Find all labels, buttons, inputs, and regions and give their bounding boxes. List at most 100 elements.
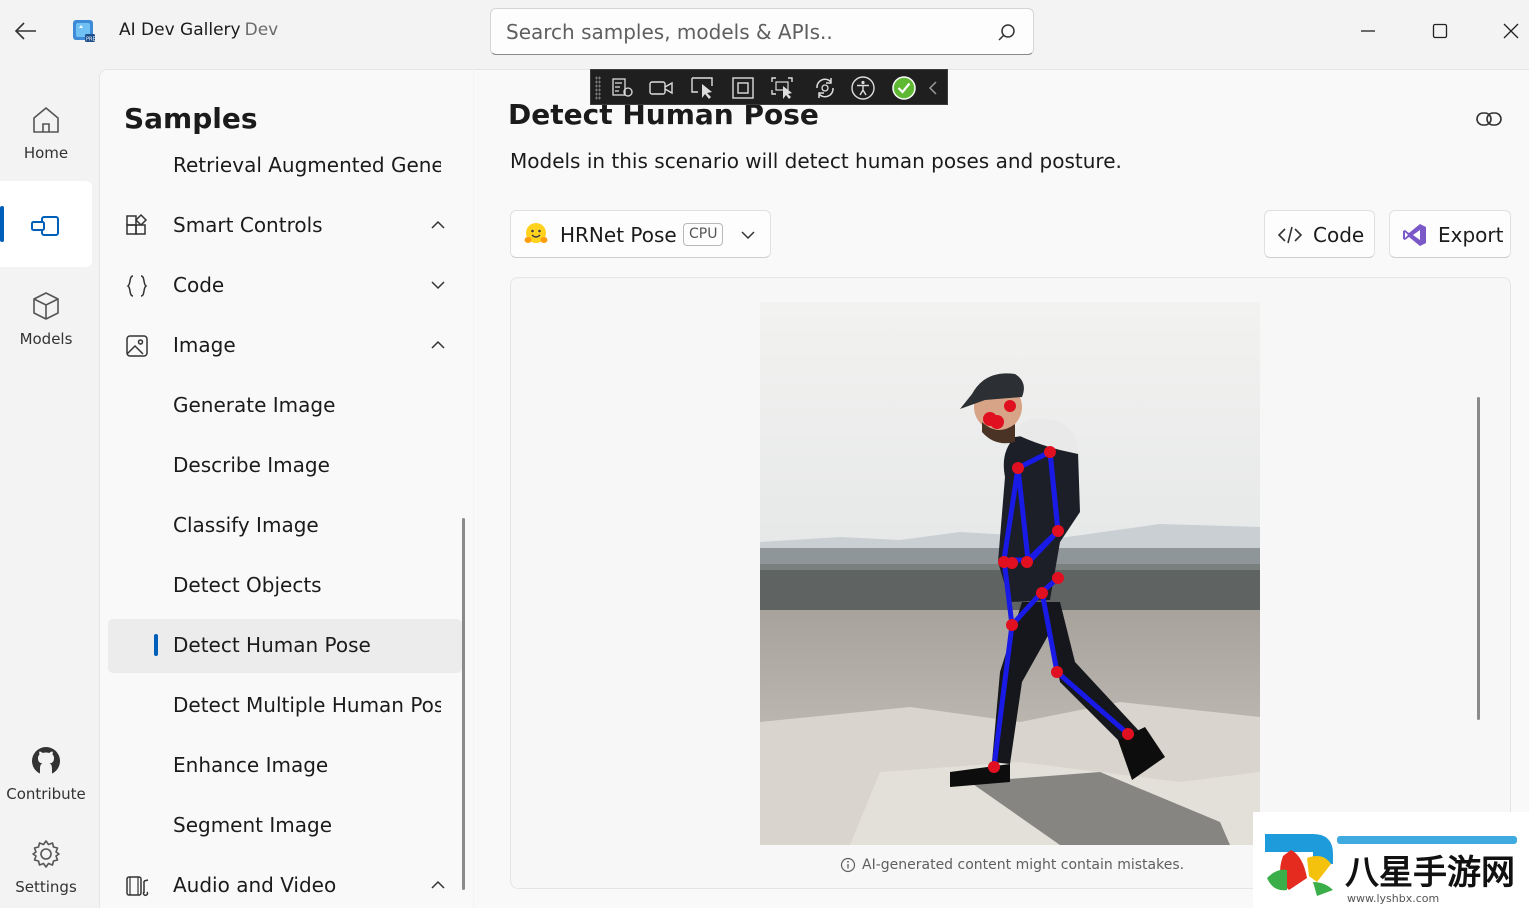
nav-item-label: Detect Objects xyxy=(173,573,322,597)
site-watermark: 八星手游网 www.lyshbx.com xyxy=(1253,812,1529,908)
hot-reload-button[interactable] xyxy=(811,74,839,102)
video-camera-icon xyxy=(649,81,673,95)
watermark-url: www.lyshbx.com xyxy=(1347,892,1439,905)
live-tree-button[interactable] xyxy=(609,74,637,102)
nav-item-label: Classify Image xyxy=(173,513,319,537)
samples-title: Samples xyxy=(124,102,258,135)
nav-item-label: Generate Image xyxy=(173,393,336,417)
accessibility-icon xyxy=(851,76,875,100)
rail-samples[interactable] xyxy=(0,210,92,246)
samples-pane: Samples Retrieval Augmented Genera Smart… xyxy=(99,69,473,908)
samples-scrollbar[interactable] xyxy=(462,518,465,890)
nav-group-label: Smart Controls xyxy=(173,213,323,237)
rail-contribute[interactable]: Contribute xyxy=(0,745,92,803)
code-button-label: Code xyxy=(1313,223,1365,247)
nav-group-smart-controls[interactable]: Smart Controls xyxy=(108,199,462,253)
nav-item-segment-image[interactable]: Segment Image xyxy=(108,799,462,853)
maximize-icon xyxy=(1432,23,1448,39)
search-input[interactable] xyxy=(506,20,976,44)
cube-icon xyxy=(33,292,59,320)
nav-item-enhance-image[interactable]: Enhance Image xyxy=(108,739,462,793)
rail-settings-label: Settings xyxy=(15,878,77,896)
status-check-button[interactable] xyxy=(890,74,918,102)
chevron-down-icon[interactable] xyxy=(430,277,446,293)
nav-group-image[interactable]: Image xyxy=(108,319,462,373)
display-layout-adorners-button[interactable] xyxy=(729,74,757,102)
model-selector[interactable]: HRNet Pose CPU xyxy=(510,210,771,258)
nav-item-detect-multiple-human-pose[interactable]: Detect Multiple Human Pose xyxy=(108,679,462,733)
model-name: HRNet Pose xyxy=(560,223,677,247)
nav-item-detect-human-pose[interactable]: Detect Human Pose xyxy=(108,619,462,673)
app-name: AI Dev Gallery xyxy=(119,20,241,40)
app-variant: Dev xyxy=(244,20,279,40)
rail-contribute-label: Contribute xyxy=(6,785,86,803)
nav-group-code[interactable]: Code xyxy=(108,259,462,313)
ai-notice: AI-generated content might contain mista… xyxy=(840,857,1184,873)
output-scrollbar[interactable] xyxy=(1477,397,1480,720)
track-focus-icon xyxy=(771,77,793,99)
braces-icon xyxy=(126,275,148,297)
home-icon xyxy=(33,107,59,133)
hot-reload-icon xyxy=(816,78,834,98)
rail-models[interactable]: Models xyxy=(0,290,92,348)
hugging-face-icon xyxy=(524,223,548,243)
collapse-toolbar-button[interactable] xyxy=(923,74,943,102)
rail-home[interactable]: Home xyxy=(0,104,92,162)
chevron-up-icon[interactable] xyxy=(430,217,446,233)
nav-group-label: Audio and Video xyxy=(173,873,337,897)
nav-item-label: Detect Human Pose xyxy=(173,633,371,657)
app-logo-icon: PRE xyxy=(72,19,96,43)
nav-item-label: Describe Image xyxy=(173,453,330,477)
rail-models-label: Models xyxy=(19,330,73,348)
accessibility-checker-button[interactable] xyxy=(849,74,877,102)
watermark-logo: 八星手游网 www.lyshbx.com xyxy=(1265,834,1517,905)
select-element-button[interactable] xyxy=(689,74,717,102)
title-bar: PRE AI Dev Gallery Dev xyxy=(0,0,1529,64)
image-icon xyxy=(126,335,148,357)
chevron-up-icon[interactable] xyxy=(430,877,446,893)
copy-link-button[interactable] xyxy=(1472,104,1506,134)
select-element-icon xyxy=(691,77,713,99)
rail-settings[interactable]: Settings xyxy=(0,838,92,896)
track-focus-button[interactable] xyxy=(769,74,797,102)
back-arrow-icon xyxy=(14,22,36,40)
maximize-button[interactable] xyxy=(1420,14,1460,48)
app-title: AI Dev Gallery Dev xyxy=(119,20,278,40)
pose-result-image xyxy=(760,302,1260,845)
nav-group-label: Image xyxy=(173,333,236,357)
live-tree-icon xyxy=(612,78,633,97)
audio-video-icon xyxy=(126,876,149,897)
nav-item-label: Detect Multiple Human Pose xyxy=(173,693,441,717)
ai-notice-text: AI-generated content might contain mista… xyxy=(862,857,1185,873)
gear-icon xyxy=(32,840,60,868)
nav-item-describe-image[interactable]: Describe Image xyxy=(108,439,462,493)
minimize-icon xyxy=(1361,30,1375,32)
nav-item-label: Enhance Image xyxy=(173,753,329,777)
visual-studio-icon xyxy=(1403,224,1426,246)
chevron-up-icon[interactable] xyxy=(430,337,446,353)
nav-item-generate-image[interactable]: Generate Image xyxy=(108,379,462,433)
selection-indicator xyxy=(154,634,158,656)
code-button[interactable]: Code xyxy=(1264,210,1375,258)
export-button[interactable]: Export xyxy=(1389,210,1511,258)
svg-text:PRE: PRE xyxy=(86,37,96,43)
nav-group-label: Code xyxy=(173,273,225,297)
device-badge: CPU xyxy=(683,223,724,246)
nav-group-audio-and-video[interactable]: Audio and Video xyxy=(108,859,462,908)
back-button[interactable] xyxy=(8,14,42,48)
search-icon[interactable] xyxy=(997,23,1017,43)
nav-item-label: Segment Image xyxy=(173,813,332,837)
toolbar-grip[interactable] xyxy=(595,76,601,100)
close-button[interactable] xyxy=(1491,14,1529,48)
record-button[interactable] xyxy=(647,74,675,102)
github-icon xyxy=(32,747,60,775)
search-box[interactable] xyxy=(490,8,1034,55)
nav-item-retrieval-augmented-generation[interactable]: Retrieval Augmented Genera xyxy=(108,139,462,193)
layout-adorner-icon xyxy=(732,77,754,99)
minimize-button[interactable] xyxy=(1348,14,1388,48)
samples-icon xyxy=(31,216,59,236)
export-button-label: Export xyxy=(1438,223,1504,247)
nav-item-classify-image[interactable]: Classify Image xyxy=(108,499,462,553)
xaml-debug-toolbar xyxy=(590,69,948,105)
nav-item-detect-objects[interactable]: Detect Objects xyxy=(108,559,462,613)
